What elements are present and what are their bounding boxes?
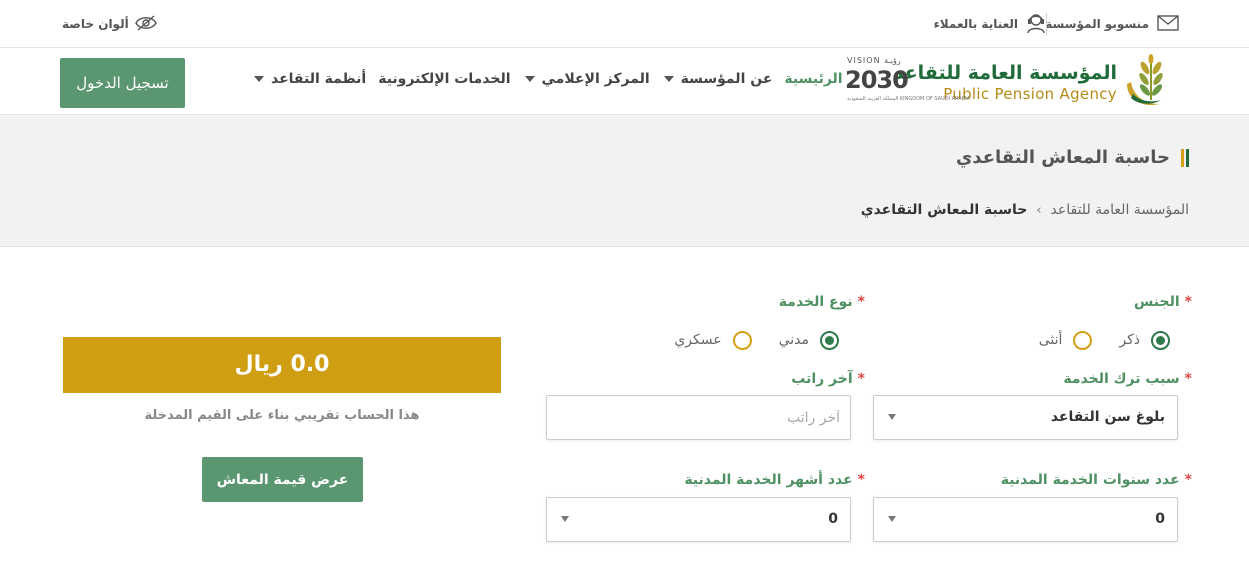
dropdown-arrow-icon: [888, 414, 896, 420]
vision-top-text: VISION رؤيـة: [847, 56, 901, 65]
show-pension-button[interactable]: عرض قيمة المعاش: [202, 457, 363, 502]
service-military-radio[interactable]: عسكري: [674, 330, 752, 350]
leave-reason-label: *سبب ترك الخدمة: [1063, 371, 1192, 387]
required-mark: *: [857, 371, 865, 387]
leave-reason-label-text: سبب ترك الخدمة: [1063, 371, 1180, 387]
nav-item-label: الرئيسية: [784, 71, 843, 87]
nav-item-label: أنظمة التقاعد: [271, 71, 367, 87]
title-accent-bar: [1179, 149, 1189, 167]
wheat-crescent-emblem-icon: [1121, 54, 1177, 108]
service-years-label: *عدد سنوات الخدمة المدنية: [1001, 472, 1192, 488]
gender-label: *الجنس: [1134, 294, 1192, 310]
required-mark: *: [857, 472, 865, 488]
breadcrumb: المؤسسة العامة للتقاعد › حاسبة المعاش ال…: [861, 202, 1189, 218]
gender-female-radio[interactable]: أنثى: [1038, 330, 1093, 350]
envelope-icon: [1157, 14, 1179, 34]
nav-item-home[interactable]: الرئيسية: [784, 71, 842, 87]
required-mark: *: [1184, 472, 1192, 488]
radio-circle: [820, 330, 839, 350]
gender-label-text: الجنس: [1134, 294, 1180, 310]
page-banner: حاسبة المعاش التقاعدي المؤسسة العامة للت…: [0, 114, 1249, 247]
gender-male-radio[interactable]: ذكر: [1119, 330, 1170, 350]
required-mark: *: [1184, 371, 1192, 387]
login-button[interactable]: تسجيل الدخول: [60, 58, 185, 108]
gender-radio-group: ذكر أنثى: [1039, 329, 1170, 351]
main-nav: الرئيسية عن المؤسسة المركز الإعلامي الخد…: [254, 68, 843, 90]
nav-item-label: المركز الإعلامي: [541, 71, 650, 87]
nav-item-about[interactable]: عن المؤسسة: [663, 71, 773, 87]
radio-label: مدني: [778, 332, 809, 348]
service-civil-radio[interactable]: مدني: [778, 330, 839, 350]
caret-down-icon: [524, 76, 535, 82]
main-header: المؤسسة العامة للتقاعد Public Pension Ag…: [0, 48, 1249, 114]
staff-link-label: منسوبو المؤسسة: [1045, 17, 1149, 31]
nav-item-retirement-systems[interactable]: أنظمة التقاعد: [254, 71, 366, 87]
breadcrumb-current: حاسبة المعاش التقاعدي: [860, 202, 1028, 218]
service-months-label: *عدد أشهر الخدمة المدنية: [684, 472, 865, 488]
dropdown-arrow-icon: [561, 516, 569, 522]
required-mark: *: [857, 294, 865, 310]
customer-care-icon: [1024, 12, 1046, 37]
nav-item-e-services[interactable]: الخدمات الإلكترونية: [378, 71, 510, 87]
vision-number: 2030: [845, 66, 909, 94]
nav-item-label: الخدمات الإلكترونية: [378, 71, 511, 87]
page-title: حاسبة المعاش التقاعدي: [955, 147, 1170, 168]
radio-circle: [732, 330, 752, 350]
breadcrumb-separator-icon: ›: [1036, 202, 1042, 218]
pension-result-display: 0.0 ريال: [63, 337, 501, 393]
eye-off-icon: [134, 14, 157, 34]
radio-circle: [1151, 330, 1170, 350]
service-type-label: *نوع الخدمة: [779, 294, 865, 310]
dropdown-arrow-icon: [888, 516, 896, 522]
radio-label: أنثى: [1038, 332, 1063, 348]
select-value: 0: [828, 511, 838, 527]
leave-reason-select[interactable]: بلوغ سن التقاعد: [873, 395, 1178, 440]
topbar-divider: [1046, 13, 1047, 35]
nav-item-label: عن المؤسسة: [680, 71, 773, 87]
breadcrumb-home[interactable]: المؤسسة العامة للتقاعد: [1051, 202, 1189, 218]
service-type-label-text: نوع الخدمة: [778, 294, 853, 310]
logo-arabic-text: المؤسسة العامة للتقاعد: [893, 62, 1117, 84]
service-years-label-text: عدد سنوات الخدمة المدنية: [1000, 472, 1180, 488]
special-colors-label: ألوان خاصة: [62, 17, 129, 31]
special-colors-toggle[interactable]: ألوان خاصة: [62, 12, 157, 36]
caret-down-icon: [663, 76, 674, 82]
service-months-select[interactable]: 0: [546, 497, 851, 542]
select-value: بلوغ سن التقاعد: [1050, 409, 1165, 425]
staff-link[interactable]: منسوبو المؤسسة: [1045, 12, 1179, 36]
radio-label: عسكري: [674, 332, 722, 348]
last-salary-label-text: آخر راتب: [791, 371, 853, 387]
vision-sub-text: المملكة العربية السعودية KINGDOM OF SAUD…: [847, 96, 971, 102]
service-type-radio-group: مدني عسكري: [674, 329, 839, 351]
vision-2030-logo: VISION رؤيـة 2030 المملكة العربية السعود…: [843, 52, 970, 108]
customer-care-link[interactable]: العناية بالعملاء: [934, 12, 1046, 36]
caret-down-icon: [254, 76, 264, 82]
radio-circle: [1073, 330, 1093, 350]
select-value: 0: [1155, 511, 1165, 527]
last-salary-input[interactable]: [546, 395, 851, 440]
estimate-note: هذا الحساب تقريبي بناء على القيم المدخلة: [144, 408, 420, 423]
last-salary-label: *آخر راتب: [791, 371, 865, 387]
nav-item-media-center[interactable]: المركز الإعلامي: [524, 71, 650, 87]
required-mark: *: [1184, 294, 1192, 310]
service-months-label-text: عدد أشهر الخدمة المدنية: [684, 472, 853, 488]
top-utility-bar: منسوبو المؤسسة العناية بالعملاء ألوان خا…: [0, 0, 1249, 48]
service-years-select[interactable]: 0: [873, 497, 1178, 542]
customer-care-label: العناية بالعملاء: [933, 17, 1018, 31]
radio-label: ذكر: [1119, 332, 1140, 348]
